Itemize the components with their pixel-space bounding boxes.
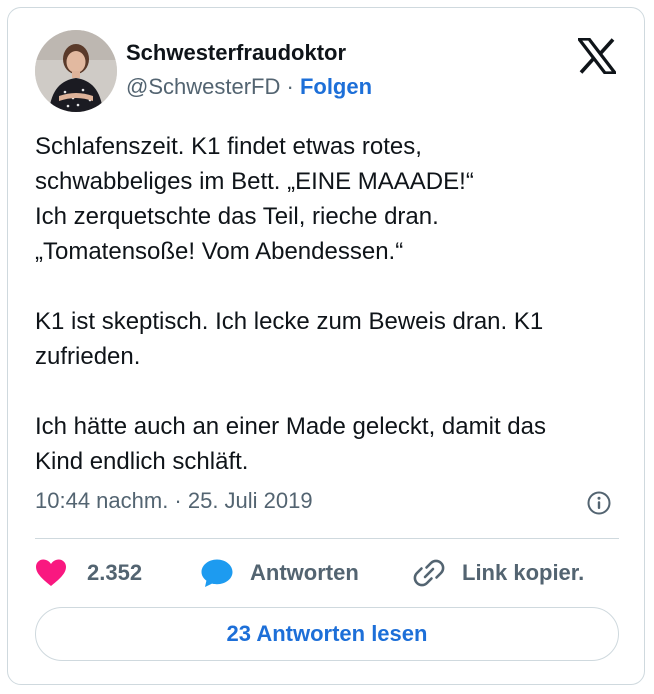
heart-icon (36, 559, 66, 586)
avatar[interactable] (35, 30, 117, 112)
tweet-timestamp[interactable]: 10:44 nachm. · 25. Juli 2019 (35, 488, 313, 514)
speech-bubble-icon (201, 559, 233, 587)
tweet-paragraph-2: K1 ist skeptisch. Ich lecke zum Beweis d… (35, 308, 544, 370)
like-button[interactable]: 2.352 (35, 553, 142, 593)
x-logo-icon[interactable] (578, 38, 616, 74)
tweet-paragraph-1: Schlafenszeit. K1 findet etwas rotes, sc… (35, 133, 474, 265)
author-handle[interactable]: @SchwesterFD (126, 74, 280, 99)
follow-button[interactable]: Folgen (300, 74, 372, 99)
copy-link-label: Link kopier. (462, 560, 585, 585)
reply-label: Antworten (250, 560, 359, 585)
like-count: 2.352 (87, 560, 143, 585)
tweet-paragraph-3: Ich hätte auch an einer Made geleckt, da… (35, 413, 546, 475)
author-handle-row: @SchwesterFD · Folgen (126, 74, 372, 100)
info-icon[interactable] (586, 490, 612, 516)
reply-button[interactable]: Antworten (200, 553, 359, 593)
tweet-card: Schwesterfraudoktor @SchwesterFD · Folge… (7, 7, 645, 685)
avatar-photo (35, 30, 117, 112)
read-replies-button[interactable]: 23 Antworten lesen (35, 607, 619, 661)
handle-separator: · (280, 74, 300, 99)
divider (35, 538, 619, 539)
tweet-text: Schlafenszeit. K1 findet etwas rotes, sc… (35, 129, 625, 479)
copy-link-button[interactable]: Link kopier. (412, 553, 584, 593)
link-icon (413, 559, 445, 587)
author-name[interactable]: Schwesterfraudoktor (126, 40, 346, 66)
